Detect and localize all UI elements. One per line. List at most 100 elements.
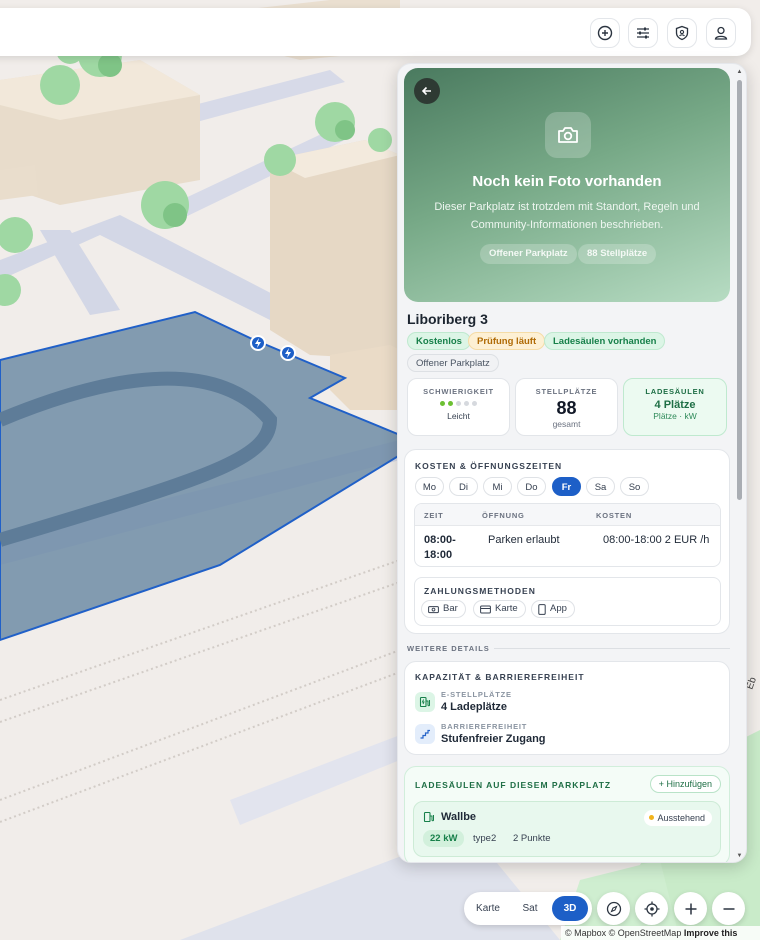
zoom-in-button[interactable] (674, 892, 707, 925)
chargers-value: 4 Plätze (654, 399, 696, 411)
day-tab-so[interactable]: So (620, 477, 649, 496)
hours-card: KOSTEN & ÖFFNUNGSZEITEN Mo Di Mi Do Fr S… (404, 449, 730, 634)
charger-plug: type2 (473, 833, 497, 844)
ev-spaces-label: E-STELLPLÄTZE (441, 690, 512, 699)
charger-status: Ausstehend (644, 810, 712, 826)
top-toolbar (0, 8, 751, 56)
mode-map-button[interactable]: Karte (470, 896, 506, 921)
lightning-icon (255, 338, 261, 348)
parking-name: Liboriberg 3 (407, 311, 488, 327)
ev-spaces-badge (415, 692, 435, 712)
camera-icon (558, 127, 578, 143)
difficulty-dot (472, 401, 477, 406)
scroll-down-arrow[interactable]: ▼ (736, 852, 743, 860)
ev-spaces-value: 4 Ladeplätze (441, 701, 508, 713)
cash-icon (428, 605, 439, 613)
credit-card-icon (480, 605, 491, 613)
column-header-opening: ÖFFNUNG (482, 511, 525, 520)
payment-app-label: App (550, 603, 567, 614)
smartphone-icon (538, 603, 546, 615)
lot-type-chip: Offener Parkplatz (480, 244, 577, 264)
ev-charger-icon (419, 696, 430, 708)
mode-satellite-button[interactable]: Sat (512, 896, 548, 921)
review-status-tag: Prüfung läuft (468, 332, 546, 350)
chargers-tag: Ladesäulen vorhanden (544, 332, 666, 350)
charger-name: Wallbe (441, 811, 477, 823)
charger-marker[interactable] (250, 335, 266, 351)
difficulty-dot (440, 401, 445, 406)
map-attribution: © Mapbox © OpenStreetMap Improve this ma… (561, 926, 760, 940)
day-tab-di[interactable]: Di (449, 477, 478, 496)
add-parking-button[interactable] (590, 18, 620, 48)
difficulty-dot (448, 401, 453, 406)
payment-card: Karte (473, 600, 526, 618)
compass-button[interactable] (597, 892, 630, 925)
stairs-icon (420, 729, 430, 739)
charger-marker[interactable] (280, 345, 296, 361)
day-tab-mi[interactable]: Mi (483, 477, 512, 496)
row-time-end: 18:00 (424, 549, 453, 561)
cost-tag: Kostenlos (407, 332, 471, 350)
row-opening: Parken erlaubt (488, 534, 560, 546)
chargers-card: LADESÄULEN AUF DIESEM PARKPLATZ + Hinzuf… (404, 766, 730, 862)
difficulty-label: SCHWIERIGKEIT (423, 387, 494, 396)
hours-table-header: ZEIT ÖFFNUNG KOSTEN (415, 504, 720, 526)
day-tab-fr[interactable]: Fr (552, 477, 581, 496)
payment-cash-label: Bar (443, 603, 458, 614)
locate-button[interactable] (635, 892, 668, 925)
day-tab-sa[interactable]: Sa (586, 477, 615, 496)
difficulty-dot (456, 401, 461, 406)
ev-charger-icon (423, 811, 434, 823)
compass-icon (606, 901, 621, 916)
spaces-value: 88 (556, 398, 577, 418)
payment-cash: Bar (421, 600, 466, 618)
plus-icon (685, 903, 696, 914)
status-dot (649, 815, 655, 820)
minus-icon (723, 907, 734, 910)
accessibility-value: Stufenfreier Zugang (441, 733, 546, 745)
panel-scrollbar[interactable]: ▲ ▼ (736, 68, 743, 860)
day-tab-do[interactable]: Do (517, 477, 546, 496)
zoom-out-button[interactable] (712, 892, 745, 925)
capacity-title: KAPAZITÄT & BARRIEREFREIHEIT (415, 672, 585, 682)
parking-detail-panel[interactable]: Noch kein Foto vorhanden Dieser Parkplat… (397, 63, 747, 863)
camera-placeholder (545, 112, 591, 158)
payment-card-label: Karte (495, 603, 518, 614)
hours-table: ZEIT ÖFFNUNG KOSTEN 08:00- 18:00 Parken … (414, 503, 721, 567)
moderation-button[interactable] (667, 18, 697, 48)
chargers-stat: LADESÄULEN 4 Plätze Plätze · kW (623, 378, 727, 436)
charger-points: 2 Punkte (513, 833, 551, 844)
difficulty-value: Leicht (447, 411, 470, 421)
lightning-icon (285, 348, 291, 358)
attribution-text: © Mapbox © OpenStreetMap (565, 928, 682, 938)
spaces-chip: 88 Stellplätze (578, 244, 657, 264)
photo-description: Dieser Parkplatz ist trotzdem mit Stando… (434, 201, 700, 231)
scroll-up-arrow[interactable]: ▲ (736, 68, 743, 76)
chargers-sub: Plätze · kW (653, 411, 697, 421)
payment-app: App (531, 600, 575, 618)
photo-title: Noch kein Foto vorhanden (472, 173, 662, 190)
add-charger-button[interactable]: + Hinzufügen (649, 775, 721, 793)
spaces-sub: gesamt (552, 419, 581, 429)
shield-icon (675, 25, 689, 41)
crosshair-icon (644, 901, 659, 916)
charger-item[interactable]: Wallbe Ausstehend 22 kW type2 2 Punkte (413, 801, 721, 857)
hours-title: KOSTEN & ÖFFNUNGSZEITEN (415, 461, 563, 471)
row-time-start: 08:00- (424, 534, 456, 546)
sliders-icon (637, 27, 649, 39)
mode-3d-button[interactable]: 3D (552, 896, 588, 921)
user-icon (714, 26, 728, 40)
filter-button[interactable] (628, 18, 658, 48)
column-header-time: ZEIT (424, 511, 444, 520)
profile-button[interactable] (706, 18, 736, 48)
charger-status-label: Ausstehend (657, 813, 705, 823)
row-cost: 08:00-18:00 2 EUR /h (603, 534, 710, 546)
chargers-section-title: LADESÄULEN AUF DIESEM PARKPLATZ (415, 780, 612, 790)
back-button[interactable] (414, 78, 440, 104)
column-header-cost: KOSTEN (596, 511, 633, 520)
scroll-thumb[interactable] (737, 80, 742, 500)
difficulty-dots (408, 401, 509, 407)
map-style-toggle: Karte Sat 3D (464, 892, 592, 925)
day-tab-mo[interactable]: Mo (415, 477, 444, 496)
payment-title: ZAHLUNGSMETHODEN (424, 586, 536, 596)
